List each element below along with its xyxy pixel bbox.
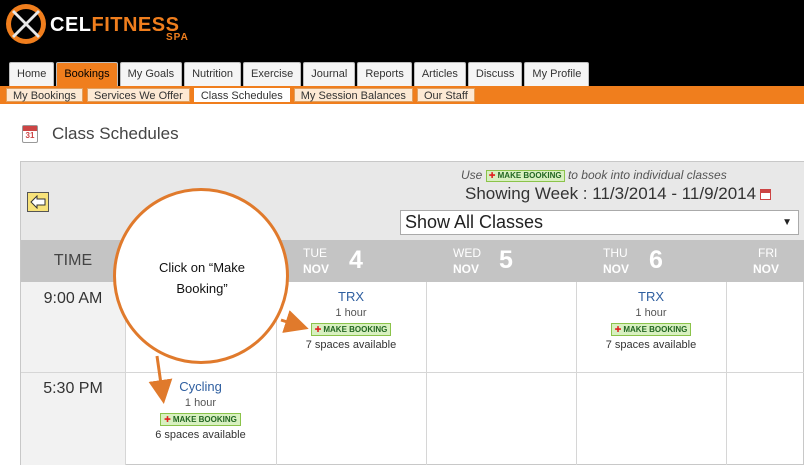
instruction-badge-label: MAKE BOOKING	[497, 170, 562, 180]
class-name-link[interactable]: TRX	[276, 289, 426, 304]
week-range-label: Showing Week : 11/3/2014 - 11/9/2014	[465, 184, 757, 203]
logo-wordmark: CELFITNESS	[50, 14, 179, 37]
annotation-text: Click on “Make Booking”	[159, 260, 245, 296]
xcel-fitness-logo[interactable]: CELFITNESS SPA	[4, 2, 204, 48]
day-header-number: 6	[649, 246, 663, 274]
spaces-available: 7 spaces available	[605, 339, 697, 351]
time-slot-label: 5:30 PM	[43, 380, 103, 397]
tab-my-profile[interactable]: My Profile	[524, 62, 590, 86]
tab-discuss[interactable]: Discuss	[467, 62, 523, 86]
plus-icon: ✚	[614, 325, 622, 334]
subtab-class-schedules[interactable]: Class Schedules	[193, 88, 290, 102]
class-name-link[interactable]: TRX	[576, 289, 726, 304]
make-booking-button[interactable]: ✚ MAKE BOOKING	[310, 323, 392, 336]
day-header-month: NOV	[753, 262, 780, 276]
logo-x-icon	[6, 4, 46, 44]
day-header-month: NOV	[303, 262, 330, 276]
class-entry-trx-tue: TRX 1 hour ✚ MAKE BOOKING 7 spaces availa…	[276, 289, 426, 351]
tab-articles[interactable]: Articles	[413, 62, 466, 86]
grid-divider	[426, 282, 427, 465]
make-booking-label: MAKE BOOKING	[323, 325, 388, 334]
class-name-link[interactable]: Cycling	[125, 379, 276, 394]
tab-reports[interactable]: Reports	[357, 62, 412, 86]
day-header-month: NOV	[453, 262, 480, 276]
day-header-fri: FRI NOV	[726, 240, 804, 282]
page-title: Class Schedules	[52, 124, 179, 143]
tab-home[interactable]: Home	[9, 62, 55, 86]
week-calendar-icon[interactable]	[760, 189, 772, 201]
tab-journal[interactable]: Journal	[303, 62, 356, 86]
day-header-tue: TUE NOV 4	[276, 240, 426, 282]
day-header-thu: THU NOV 6	[576, 240, 726, 282]
arrow-left-icon	[30, 195, 46, 209]
week-range: Showing Week : 11/3/2014 - 11/9/2014	[465, 184, 772, 204]
subtab-my-bookings[interactable]: My Bookings	[6, 88, 83, 102]
subtab-my-session-balances[interactable]: My Session Balances	[293, 88, 413, 102]
logo-text-cel: CEL	[50, 14, 92, 36]
class-filter-select[interactable]: Show All Classes ▼	[400, 210, 799, 235]
instruction-make-booking-badge: ✚ MAKE BOOKING	[485, 169, 565, 182]
spaces-available: 6 spaces available	[155, 429, 246, 441]
calendar-icon: 31	[22, 125, 38, 143]
spaces-available: 7 spaces available	[305, 339, 397, 351]
time-column: 9:00 AM 5:30 PM	[21, 282, 125, 465]
plus-icon: ✚	[164, 415, 171, 424]
day-header-number: 4	[349, 246, 363, 274]
day-header-dow: FRI	[758, 246, 778, 260]
calendar-icon-number: 31	[25, 131, 35, 140]
class-duration: 1 hour	[335, 307, 367, 319]
site-header: CELFITNESS SPA Home Bookings My Goals Nu…	[0, 0, 804, 86]
day-header-month: NOV	[603, 262, 630, 276]
class-entry-trx-thu: TRX 1 hour ✚ MAKE BOOKING 7 spaces availa…	[576, 289, 726, 351]
make-booking-label: MAKE BOOKING	[172, 415, 237, 424]
tab-bookings[interactable]: Bookings	[56, 62, 118, 86]
booking-instruction: Use ✚ MAKE BOOKING to book into individu…	[461, 168, 727, 182]
subtab-our-staff[interactable]: Our Staff	[416, 88, 475, 102]
tab-my-goals[interactable]: My Goals	[119, 62, 183, 86]
sub-nav-bar: My Bookings Services We Offer Class Sche…	[0, 86, 804, 104]
dropdown-caret-icon: ▼	[782, 217, 792, 228]
day-header-wed: WED NOV 5	[426, 240, 576, 282]
grid-divider	[726, 282, 727, 465]
tab-exercise[interactable]: Exercise	[243, 62, 302, 86]
class-duration: 1 hour	[635, 307, 667, 319]
subtab-services-we-offer[interactable]: Services We Offer	[86, 88, 190, 102]
day-header-dow: THU	[603, 246, 628, 260]
day-header-dow: WED	[453, 246, 481, 260]
time-column-header: TIME	[53, 252, 93, 269]
instruction-prefix: Use	[461, 168, 483, 182]
class-entry-cycling-mon: Cycling 1 hour ✚ MAKE BOOKING 6 spaces av…	[125, 379, 276, 441]
class-duration: 1 hour	[184, 397, 217, 409]
time-slot-label: 9:00 AM	[43, 290, 103, 307]
instruction-suffix: to book into individual classes	[567, 168, 727, 182]
previous-week-button[interactable]	[27, 192, 49, 212]
make-booking-button[interactable]: ✚ MAKE BOOKING	[610, 323, 692, 336]
logo-text-spa: SPA	[166, 32, 189, 43]
make-booking-button[interactable]: ✚ MAKE BOOKING	[160, 413, 241, 426]
make-booking-label: MAKE BOOKING	[623, 325, 688, 334]
class-filter-value: Show All Classes	[405, 212, 544, 232]
day-header-dow: TUE	[303, 246, 327, 260]
main-nav-tabs: Home Bookings My Goals Nutrition Exercis…	[9, 62, 590, 86]
day-header-number: 5	[499, 246, 513, 274]
plus-icon: ✚	[314, 325, 322, 334]
annotation-callout: Click on “Make Booking”	[113, 188, 289, 364]
grid-divider	[21, 372, 804, 373]
tab-nutrition[interactable]: Nutrition	[184, 62, 242, 86]
